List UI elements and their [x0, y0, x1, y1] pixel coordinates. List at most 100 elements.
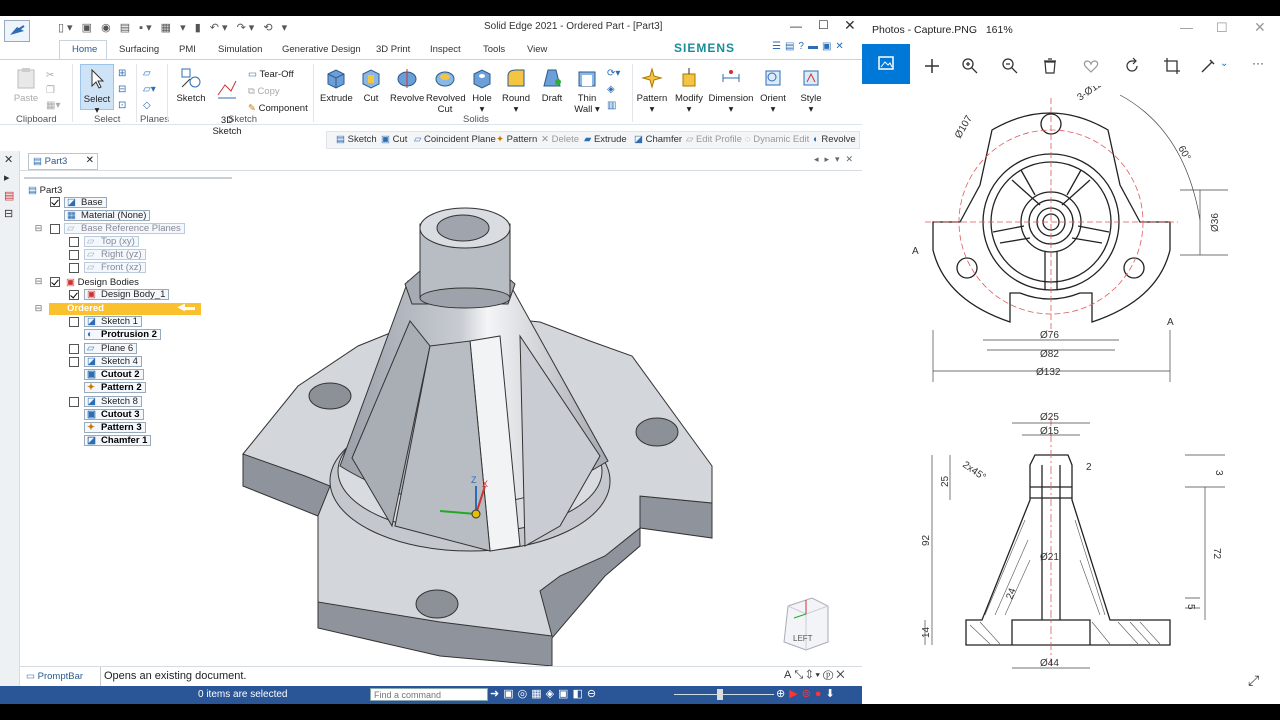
tab-generative-design[interactable]: Generative Design — [282, 44, 361, 55]
cmd-coincident-plane[interactable]: ▱ Coincident Plane — [414, 134, 496, 145]
cmd-chamfer[interactable]: ◪ Chamfer — [634, 134, 682, 145]
image-view-button[interactable] — [862, 44, 910, 84]
zoom-in-icon[interactable] — [960, 56, 980, 76]
delete-icon[interactable] — [1040, 56, 1060, 76]
expander[interactable]: ⊟ — [34, 223, 43, 234]
cmd-pattern[interactable]: ✦ Pattern — [496, 134, 537, 145]
tab-pmi[interactable]: PMI — [179, 44, 196, 55]
select-button[interactable]: Select ▾ — [82, 67, 112, 116]
cmd-revolve[interactable]: ◐ Revolve — [813, 134, 856, 145]
tab-tools[interactable]: Tools — [483, 44, 505, 55]
zoom-out-icon[interactable] — [1000, 56, 1020, 76]
revolve-button[interactable]: Revolve — [390, 66, 424, 104]
cmd-extrude[interactable]: ▰ Extrude — [584, 134, 627, 145]
more-options-icon[interactable]: ··· — [1252, 56, 1264, 70]
paste-button[interactable]: Paste — [12, 66, 40, 104]
tab-simulation[interactable]: Simulation — [218, 44, 262, 55]
tree-item-top-plane[interactable]: ▱ Top (xy) — [84, 236, 139, 247]
tab-view[interactable]: View — [527, 44, 547, 55]
checkbox-sketch-4[interactable] — [69, 357, 79, 367]
tear-off-button[interactable]: ▭ Tear-Off — [248, 66, 308, 83]
graphics-viewport[interactable]: Z X LEFT — [234, 171, 860, 673]
checkbox-top[interactable] — [69, 237, 79, 247]
tab-nav-icons[interactable]: ◂▸▾✕ — [814, 154, 859, 165]
thin-wall-button[interactable]: Thin Wall ▾ — [572, 66, 602, 115]
select-small-icons[interactable]: ⊞ ⊟ ⊡ — [118, 66, 126, 114]
view-cube[interactable]: LEFT — [782, 596, 830, 652]
zoom-slider[interactable] — [674, 694, 774, 695]
sketch-button[interactable]: Sketch — [176, 66, 206, 104]
prompt-bar-controls[interactable]: A⤡⇕▾ⓟ✕ — [784, 669, 848, 682]
status-view-icons[interactable]: ➜▣◎▦◈▣◧⊖ — [490, 687, 600, 700]
cmd-delete[interactable]: ✕ Delete — [541, 134, 579, 145]
cmd-edit-profile[interactable]: ▱ Edit Profile — [686, 134, 742, 145]
checkbox-base-ref-planes[interactable] — [50, 224, 60, 234]
document-tab[interactable]: ▤ Part3 ✕ — [28, 153, 98, 170]
tree-item-sketch-1[interactable]: ◪ Sketch 1 — [84, 316, 142, 327]
tab-home[interactable]: Home — [72, 44, 97, 55]
hole-button[interactable]: Hole ▾ — [468, 66, 496, 115]
cmd-dynamic-edit[interactable]: ◌ Dynamic Edit — [745, 134, 809, 145]
tab-inspect[interactable]: Inspect — [430, 44, 461, 55]
cmd-cut[interactable]: ▣ Cut — [381, 134, 407, 145]
tree-root[interactable]: ▤ Part3 — [28, 185, 62, 196]
prompt-bar-tab[interactable]: ▭ PromptBar — [26, 671, 83, 682]
help-icons[interactable]: ☰▤?▬▣✕ — [772, 41, 848, 52]
tree-item-cutout-3[interactable]: ▣ Cutout 3 — [84, 409, 144, 420]
expander[interactable]: ⊟ — [34, 303, 43, 314]
tree-item-cutout-2[interactable]: ▣ Cutout 2 — [84, 369, 144, 380]
checkbox-sketch-1[interactable] — [69, 317, 79, 327]
tree-item-front-plane[interactable]: ▱ Front (xz) — [84, 262, 146, 273]
tree-item-base[interactable]: ◪ Base — [64, 197, 107, 208]
chevron-down-icon[interactable]: ⌄ — [1220, 58, 1228, 69]
maximize-button[interactable]: ☐ — [818, 18, 829, 32]
panel-resize-bar[interactable] — [24, 174, 232, 179]
expander[interactable]: ⊟ — [34, 276, 43, 287]
copy-button[interactable]: ⧉ Copy — [248, 83, 308, 100]
style-button[interactable]: Style ▾ — [796, 66, 826, 115]
round-button[interactable]: Round ▾ — [501, 66, 531, 115]
revolved-cut-button[interactable]: Revolved Cut — [426, 66, 466, 115]
maximize-button[interactable]: ☐ — [1216, 20, 1228, 36]
zoom-slider-thumb[interactable] — [717, 689, 723, 700]
tree-item-ordered[interactable]: Ordered ◀▬ — [49, 302, 201, 315]
heart-icon[interactable] — [1081, 56, 1101, 76]
cmd-sketch[interactable]: ▤ Sketch — [336, 134, 377, 145]
checkbox-design-bodies[interactable] — [50, 277, 60, 287]
edit-icon[interactable] — [1198, 56, 1218, 76]
checkbox-plane-6[interactable] — [69, 344, 79, 354]
extrude-button[interactable]: Extrude — [320, 66, 353, 104]
minimize-button[interactable]: — — [790, 19, 802, 33]
checkbox-base[interactable] — [50, 197, 60, 207]
draft-button[interactable]: Draft — [537, 66, 567, 104]
rotate-icon[interactable] — [1122, 56, 1142, 76]
clipboard-small-icons[interactable]: ✂ ❐ ▦▾ — [46, 68, 60, 113]
close-button[interactable]: ✕ — [844, 17, 856, 34]
orient-button[interactable]: Orient ▾ — [758, 66, 788, 115]
pattern-button[interactable]: Pattern ▾ — [636, 66, 668, 115]
status-right-icons[interactable]: ⊕▶⊚●⬇ — [776, 687, 839, 700]
tree-item-sketch-4[interactable]: ◪ Sketch 4 — [84, 356, 142, 367]
cut-button[interactable]: Cut — [357, 66, 385, 104]
tree-item-design-body-1[interactable]: ▣ Design Body_1 — [84, 289, 170, 300]
planes-icons[interactable]: ▱ ▱▾ ◇ — [143, 66, 156, 114]
crop-icon[interactable] — [1162, 56, 1182, 76]
3d-sketch-button[interactable]: 3D Sketch — [212, 66, 242, 137]
tree-item-base-reference-planes[interactable]: ▱ Base Reference Planes — [64, 223, 185, 234]
minimize-button[interactable]: — — [1180, 20, 1193, 35]
tree-item-material[interactable]: ▦ Material (None) — [64, 210, 151, 221]
pathfinder-toggle-icons[interactable]: ✕ ▸ ▤ ⊟ — [0, 151, 19, 223]
close-button[interactable]: ✕ — [1254, 19, 1266, 36]
checkbox-design-body-1[interactable] — [69, 290, 79, 300]
tree-item-pattern-2[interactable]: ✦ Pattern 2 — [84, 382, 146, 393]
find-command-input[interactable] — [370, 688, 488, 701]
quick-access-toolbar[interactable]: ▯▾ ▣ ◉ ▤ ▪▾ ▦ ▾ ▮ ↶▾ ↷▾ ⟲ ▾ — [58, 21, 290, 34]
tab-3d-print[interactable]: 3D Print — [376, 44, 410, 55]
modify-button[interactable]: Modify ▾ — [673, 66, 705, 115]
checkbox-right[interactable] — [69, 250, 79, 260]
tree-item-sketch-8[interactable]: ◪ Sketch 8 — [84, 396, 142, 407]
checkbox-sketch-8[interactable] — [69, 397, 79, 407]
fullscreen-icon[interactable]: ⤢ — [1248, 672, 1259, 689]
tree-item-pattern-3[interactable]: ✦ Pattern 3 — [84, 422, 146, 433]
tree-item-chamfer-1[interactable]: ◪ Chamfer 1 — [84, 435, 152, 446]
